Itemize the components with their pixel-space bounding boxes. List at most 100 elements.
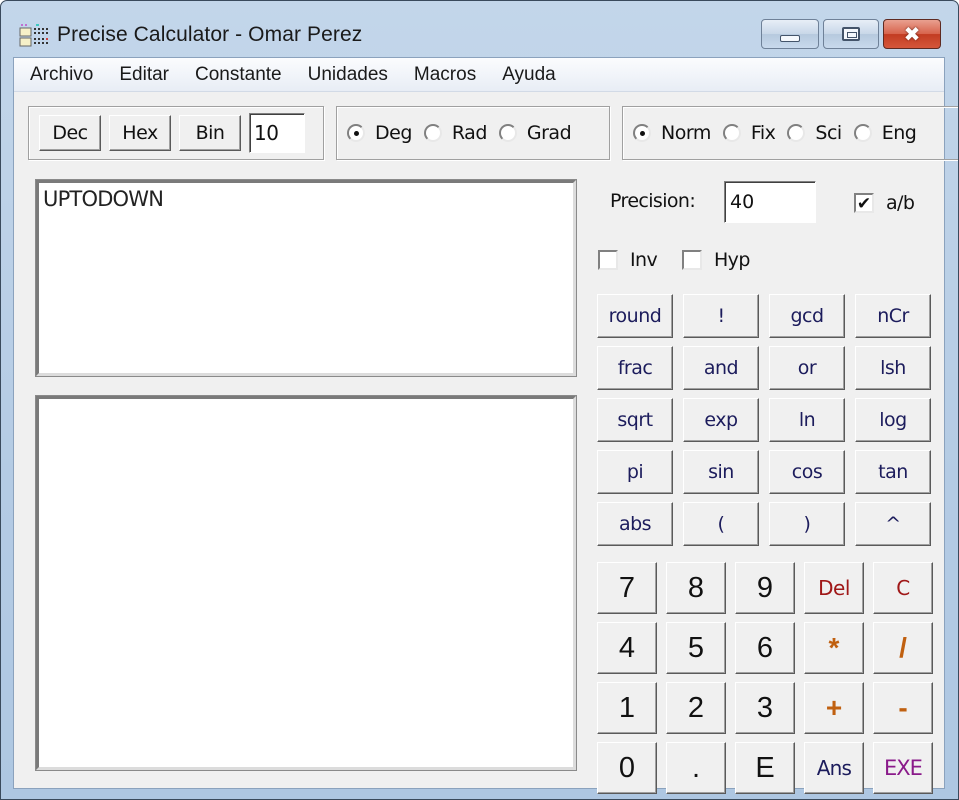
ln-button[interactable]: ln <box>769 398 845 442</box>
radio-fix[interactable]: Fix <box>722 122 776 144</box>
radio-selected-icon <box>633 124 651 142</box>
round-button[interactable]: round <box>597 294 673 338</box>
menu-constante[interactable]: Constante <box>187 64 290 86</box>
digit-0-button[interactable]: 0 <box>597 742 657 794</box>
digit-2-button[interactable]: 2 <box>666 682 726 734</box>
digit-6-button[interactable]: 6 <box>735 622 795 674</box>
cos-button[interactable]: cos <box>769 450 845 494</box>
menu-unidades[interactable]: Unidades <box>300 64 396 86</box>
dec-button[interactable]: Dec <box>39 115 101 151</box>
radio-label: Eng <box>881 122 917 144</box>
radio-label: Grad <box>526 122 572 144</box>
lsh-button[interactable]: lsh <box>855 346 931 390</box>
add-button[interactable]: + <box>804 682 864 734</box>
digit-3-button[interactable]: 3 <box>735 682 795 734</box>
radio-unselected-icon <box>853 124 872 142</box>
checkbox-checked-icon: ✔ <box>854 193 874 213</box>
angle-unit-group: Deg Rad Grad <box>336 106 610 160</box>
maximize-button[interactable] <box>823 19 879 49</box>
radio-label: Fix <box>750 122 776 144</box>
radio-eng[interactable]: Eng <box>853 122 917 144</box>
hex-button[interactable]: Hex <box>109 115 171 151</box>
digit-4-button[interactable]: 4 <box>597 622 657 674</box>
checkbox-unchecked-icon <box>682 250 702 270</box>
menu-archivo[interactable]: Archivo <box>22 64 101 86</box>
open-paren-button[interactable]: ( <box>683 502 759 546</box>
radio-label: Deg <box>375 122 412 144</box>
clear-button[interactable]: C <box>873 562 933 614</box>
menu-ayuda[interactable]: Ayuda <box>494 64 564 86</box>
execute-button[interactable]: EXE <box>873 742 933 794</box>
multiply-button[interactable]: * <box>804 622 864 674</box>
bin-button[interactable]: Bin <box>179 115 241 151</box>
function-keypad: round ! gcd nCr frac and or lsh sqrt exp… <box>597 294 931 546</box>
radio-grad[interactable]: Grad <box>498 122 572 144</box>
power-button[interactable]: ^ <box>855 502 931 546</box>
log-button[interactable]: log <box>855 398 931 442</box>
number-format-group: Norm Fix Sci Eng <box>622 106 958 160</box>
divide-button[interactable]: / <box>873 622 933 674</box>
radio-unselected-icon <box>722 124 741 142</box>
hyp-checkbox[interactable]: Hyp <box>682 249 750 271</box>
result-output[interactable] <box>35 395 577 771</box>
radio-unselected-icon <box>787 124 806 142</box>
checkbox-label: Hyp <box>714 249 750 271</box>
numeric-keypad: 7 8 9 Del C 4 5 6 * / 1 2 3 + - 0 . E An… <box>597 562 933 794</box>
menu-macros[interactable]: Macros <box>406 64 484 86</box>
minimize-button[interactable] <box>761 19 819 49</box>
pi-button[interactable]: pi <box>597 450 673 494</box>
checkbox-unchecked-icon <box>598 250 618 270</box>
fraction-checkbox[interactable]: ✔ a/b <box>854 192 915 214</box>
client-area: Archivo Editar Constante Unidades Macros… <box>13 57 958 794</box>
ncr-button[interactable]: nCr <box>855 294 931 338</box>
number-base-group: Dec Hex Bin <box>28 106 324 160</box>
digit-5-button[interactable]: 5 <box>666 622 726 674</box>
app-window: Precise Calculator - Omar Perez ✖ Archiv… <box>0 0 959 800</box>
exponent-button[interactable]: E <box>735 742 795 794</box>
factorial-button[interactable]: ! <box>683 294 759 338</box>
base-input[interactable] <box>249 113 305 153</box>
title-bar[interactable]: Precise Calculator - Omar Perez ✖ <box>1 1 958 57</box>
sqrt-button[interactable]: sqrt <box>597 398 673 442</box>
tan-button[interactable]: tan <box>855 450 931 494</box>
delete-button[interactable]: Del <box>804 562 864 614</box>
exp-button[interactable]: exp <box>683 398 759 442</box>
checkbox-label: a/b <box>886 192 915 214</box>
radio-sci[interactable]: Sci <box>787 122 842 144</box>
radio-label: Norm <box>661 122 711 144</box>
radio-label: Rad <box>451 122 488 144</box>
digit-9-button[interactable]: 9 <box>735 562 795 614</box>
radio-deg[interactable]: Deg <box>347 122 412 144</box>
inv-checkbox[interactable]: Inv <box>598 249 658 271</box>
close-paren-button[interactable]: ) <box>769 502 845 546</box>
minimize-icon <box>780 34 800 42</box>
menu-editar[interactable]: Editar <box>111 64 177 86</box>
radio-rad[interactable]: Rad <box>423 122 488 144</box>
precision-label: Precision: <box>610 190 696 212</box>
digit-8-button[interactable]: 8 <box>666 562 726 614</box>
radio-selected-icon <box>347 124 365 142</box>
maximize-icon <box>842 27 860 41</box>
decimal-point-button[interactable]: . <box>666 742 726 794</box>
digit-1-button[interactable]: 1 <box>597 682 657 734</box>
radio-unselected-icon <box>423 124 442 142</box>
subtract-button[interactable]: - <box>873 682 933 734</box>
digit-7-button[interactable]: 7 <box>597 562 657 614</box>
gcd-button[interactable]: gcd <box>769 294 845 338</box>
frac-button[interactable]: frac <box>597 346 673 390</box>
radio-label: Sci <box>815 122 842 144</box>
ans-button[interactable]: Ans <box>804 742 864 794</box>
close-button[interactable]: ✖ <box>883 19 941 49</box>
radio-norm[interactable]: Norm <box>633 122 711 144</box>
window-title: Precise Calculator - Omar Perez <box>57 23 363 46</box>
sin-button[interactable]: sin <box>683 450 759 494</box>
menu-bar: Archivo Editar Constante Unidades Macros… <box>14 58 944 92</box>
calculator-icon <box>19 24 48 47</box>
expression-input[interactable]: UPTODOWN <box>35 179 577 377</box>
or-button[interactable]: or <box>769 346 845 390</box>
and-button[interactable]: and <box>683 346 759 390</box>
checkbox-label: Inv <box>630 249 658 271</box>
radio-unselected-icon <box>498 124 517 142</box>
precision-input[interactable] <box>724 181 816 223</box>
abs-button[interactable]: abs <box>597 502 673 546</box>
